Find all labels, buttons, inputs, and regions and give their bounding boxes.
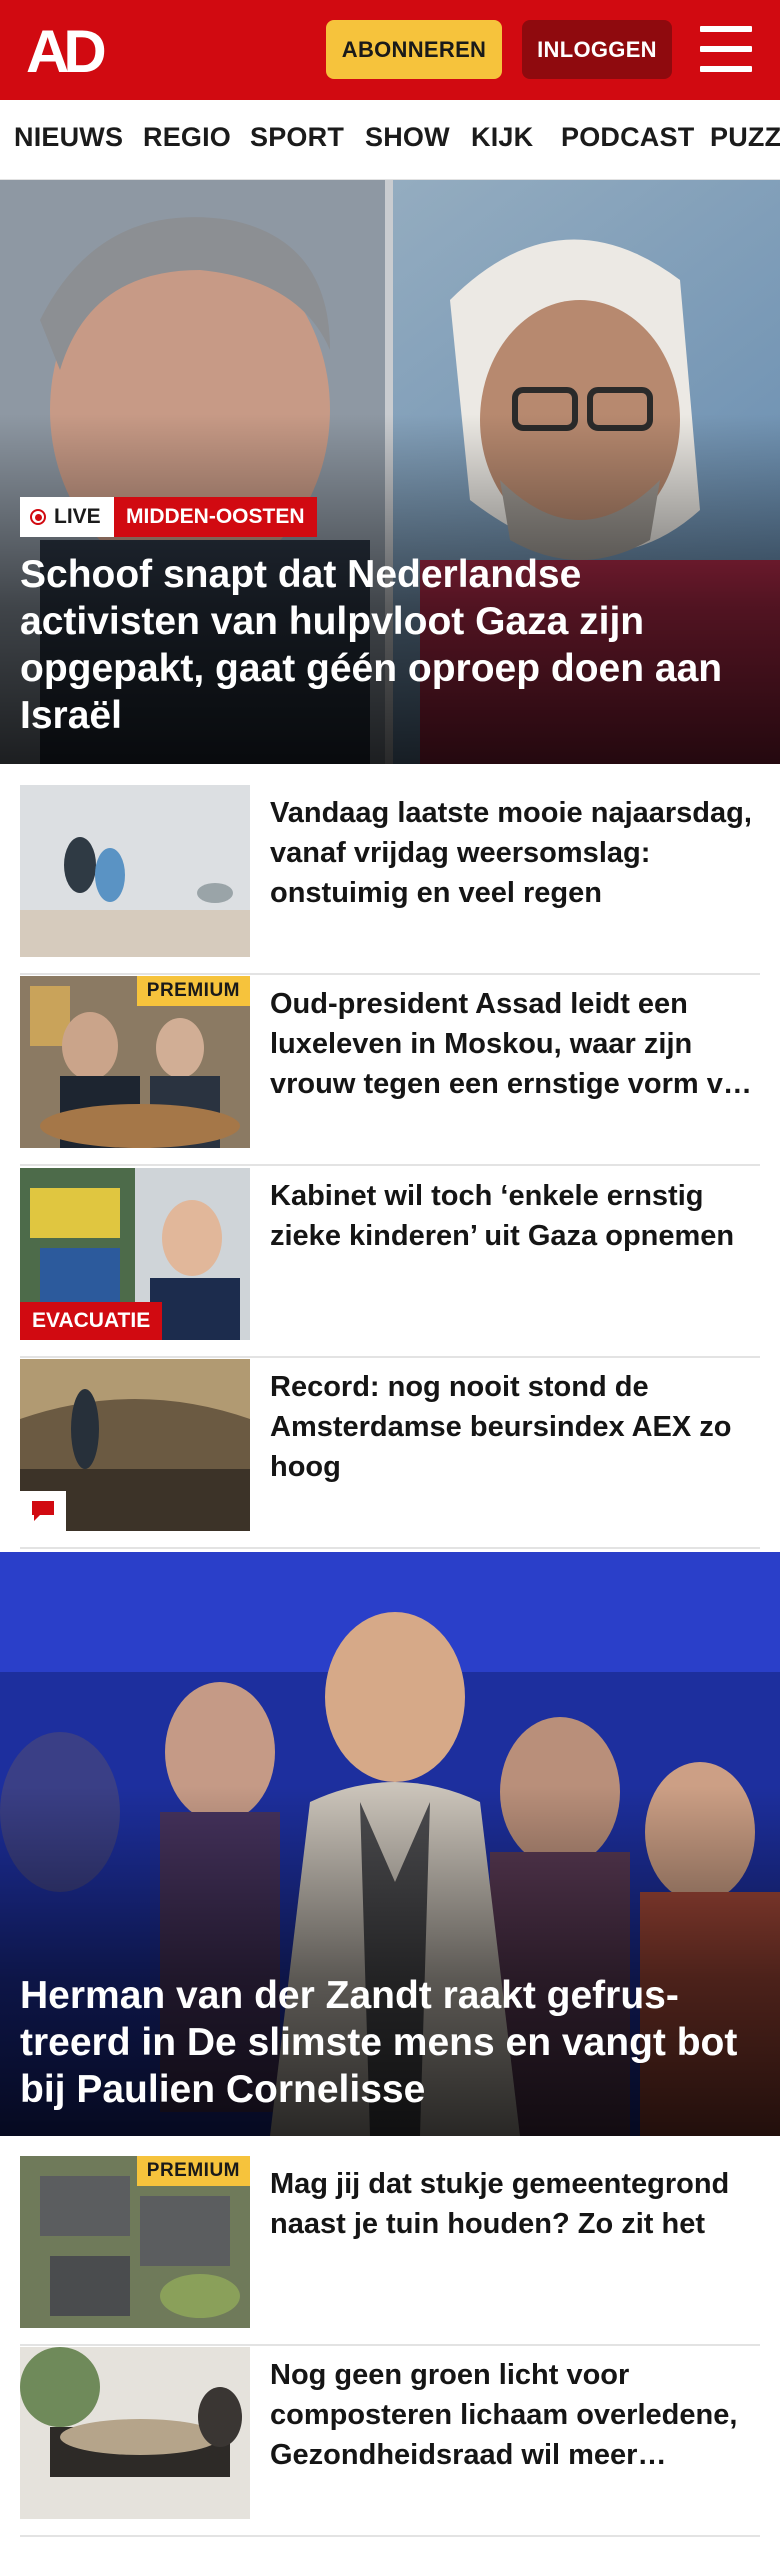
nav-item-nieuws[interactable]: NIEUWS xyxy=(14,122,123,153)
hamburger-menu-icon[interactable] xyxy=(700,26,752,72)
hero-1-title[interactable]: Schoof snapt dat Nederlandse activisten … xyxy=(20,551,752,739)
live-dot-icon xyxy=(30,509,46,525)
nav-item-show[interactable]: SHOW xyxy=(365,122,450,153)
article-title[interactable]: Vandaag laatste mooie najaarsdag, vanaf … xyxy=(270,793,760,913)
evacuatie-tag[interactable]: EVACUATIE xyxy=(20,1302,163,1340)
premium-badge: PREMIUM xyxy=(136,976,250,1006)
top-bar: AD ABONNEREN INLOGGEN xyxy=(0,0,780,100)
article-thumbnail xyxy=(20,785,250,957)
article-thumbnail: EVACUATIE xyxy=(20,1168,250,1340)
article-title[interactable]: Mag jij dat stukje gemeentegrond naast j… xyxy=(270,2164,760,2244)
premium-badge: PREMIUM xyxy=(136,2156,250,2186)
list-item[interactable]: Record: nog nooit stond de Amsterdamse b… xyxy=(20,1359,760,1549)
login-button[interactable]: INLOGGEN xyxy=(522,20,672,79)
article-thumbnail: PREMIUM xyxy=(20,976,250,1148)
article-title[interactable]: Nog geen groen licht voor composteren li… xyxy=(270,2355,760,2475)
article-title[interactable]: Oud-president Assad leidt een luxeleven … xyxy=(270,984,760,1104)
nav-item-podcast[interactable]: PODCAST xyxy=(561,122,694,153)
nav-item-kijk[interactable]: KIJK xyxy=(471,122,533,153)
logo-text: AD xyxy=(26,22,104,78)
category-badge[interactable]: MIDDEN-OOSTEN xyxy=(114,497,317,537)
ad-logo[interactable]: AD xyxy=(26,22,116,78)
list-item[interactable]: PREMIUM Mag jij dat stukje gemeentegrond… xyxy=(20,2156,760,2346)
list-item[interactable]: EVACUATIE Kabinet wil toch ‘enkele ernst… xyxy=(20,1168,760,1358)
live-badge-label: LIVE xyxy=(54,505,101,528)
list-item[interactable]: Vandaag laatste mooie najaarsdag, vanaf … xyxy=(20,785,760,975)
nav-item-regio[interactable]: REGIO xyxy=(143,122,231,153)
section-nav: NIEUWS REGIO SPORT SHOW KIJK PODCAST PUZ… xyxy=(0,100,780,180)
article-thumbnail xyxy=(20,2347,250,2519)
subscribe-button[interactable]: ABONNEREN xyxy=(326,20,502,79)
article-thumbnail xyxy=(20,1359,250,1531)
live-badge: LIVE xyxy=(20,497,114,537)
list-item[interactable]: Nog geen groen licht voor composteren li… xyxy=(20,2347,760,2537)
nav-item-sport[interactable]: SPORT xyxy=(250,122,344,153)
article-title[interactable]: Kabinet wil toch ‘enkele ernstig zieke k… xyxy=(270,1176,760,1256)
article-title[interactable]: Record: nog nooit stond de Amsterdamse b… xyxy=(270,1367,760,1487)
list-item[interactable]: PREMIUM Oud-president Assad leidt een lu… xyxy=(20,976,760,1166)
hero-2-title[interactable]: Herman van der Zandt raakt gefrus­treerd… xyxy=(20,1972,752,2113)
nav-item-puzzel[interactable]: PUZZ xyxy=(710,122,780,153)
comment-icon xyxy=(20,1491,66,1531)
article-thumbnail: PREMIUM xyxy=(20,2156,250,2328)
